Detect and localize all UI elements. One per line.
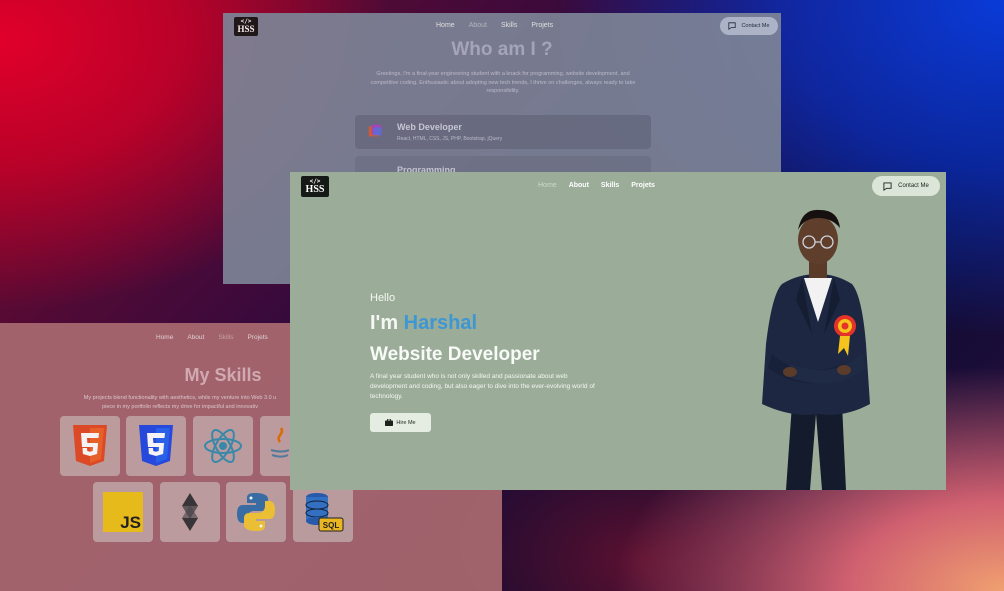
nav-home[interactable]: Home xyxy=(156,334,173,341)
nav-projets[interactable]: Projets xyxy=(248,334,268,341)
hero-bio: A final year student who is not only ski… xyxy=(370,373,595,401)
hero-role: Website Developer xyxy=(370,344,540,365)
nav-projets[interactable]: Projets xyxy=(631,182,655,189)
css3-icon xyxy=(139,425,173,466)
skill-tile-css xyxy=(126,416,186,476)
home-window: </> HSS Home About Skills Projets Contac… xyxy=(290,172,946,490)
skill-tile-javascript: JS xyxy=(93,482,153,542)
briefcase-icon xyxy=(385,419,394,426)
skill-tile-sql: SQL xyxy=(293,482,353,542)
contact-label: Contact Me xyxy=(898,183,929,189)
logo-text: HSS xyxy=(237,24,255,34)
react-icon xyxy=(204,429,242,463)
nav-home[interactable]: Home xyxy=(436,22,455,29)
nav-home[interactable]: Home xyxy=(538,182,557,189)
sql-label: SQL xyxy=(323,521,340,530)
nav-skills[interactable]: Skills xyxy=(601,182,619,189)
skill-tile-html xyxy=(60,416,120,476)
javascript-icon: JS xyxy=(103,492,143,532)
site-logo[interactable]: </> HSS xyxy=(234,17,258,36)
solidity-icon xyxy=(182,493,198,531)
hero-name: I'm Harshal xyxy=(370,312,477,335)
hire-me-button[interactable]: Hire Me xyxy=(370,413,431,432)
skill-tile-solidity xyxy=(160,482,220,542)
web-developer-card[interactable]: Web Developer React, HTML, CSS, JS, PHP,… xyxy=(355,115,651,149)
skills-description-line: piece in my portfolio reflects my drive … xyxy=(102,403,258,410)
nav-skills[interactable]: Skills xyxy=(218,334,233,341)
nav-about[interactable]: About xyxy=(469,22,487,29)
about-nav: Home About Skills Projets xyxy=(436,22,553,29)
card-title: Web Developer xyxy=(397,122,462,132)
contact-label: Contact Me xyxy=(741,23,770,29)
layers-icon xyxy=(368,124,382,137)
hero-im: I'm xyxy=(370,312,399,334)
skill-tile-react xyxy=(193,416,253,476)
hire-me-label: Hire Me xyxy=(396,419,416,426)
hero-greeting: Hello xyxy=(370,292,396,304)
chat-icon xyxy=(728,22,737,30)
site-logo[interactable]: </> HSS xyxy=(301,176,329,197)
contact-button[interactable]: Contact Me xyxy=(720,17,778,35)
skills-description: My projects blend functionality with aes… xyxy=(50,394,310,412)
skill-tile-python xyxy=(226,482,286,542)
about-title: Who am I ? xyxy=(451,39,553,60)
nav-projets[interactable]: Projets xyxy=(531,22,553,29)
chat-icon xyxy=(883,181,892,191)
nav-about[interactable]: About xyxy=(569,182,589,189)
hero-name-accent: Harshal xyxy=(403,312,478,334)
nav-about[interactable]: About xyxy=(187,334,204,341)
home-nav: Home About Skills Projets xyxy=(538,182,655,189)
js-label: JS xyxy=(120,513,141,532)
profile-photo xyxy=(762,209,870,490)
nav-skills[interactable]: Skills xyxy=(501,22,517,29)
skills-nav: Home About Skills Projets xyxy=(156,334,268,341)
about-description: Greetings, I'm a final-year engineering … xyxy=(370,71,636,95)
python-icon xyxy=(237,493,275,531)
card-subtitle: React, HTML, CSS, JS, PHP, Bootstrap, jQ… xyxy=(397,136,503,142)
html5-icon xyxy=(73,425,107,466)
sql-icon: SQL xyxy=(305,493,344,532)
logo-text: HSS xyxy=(305,183,325,195)
skills-description-line: My projects blend functionality with aes… xyxy=(83,395,277,401)
contact-button[interactable]: Contact Me xyxy=(872,176,940,196)
